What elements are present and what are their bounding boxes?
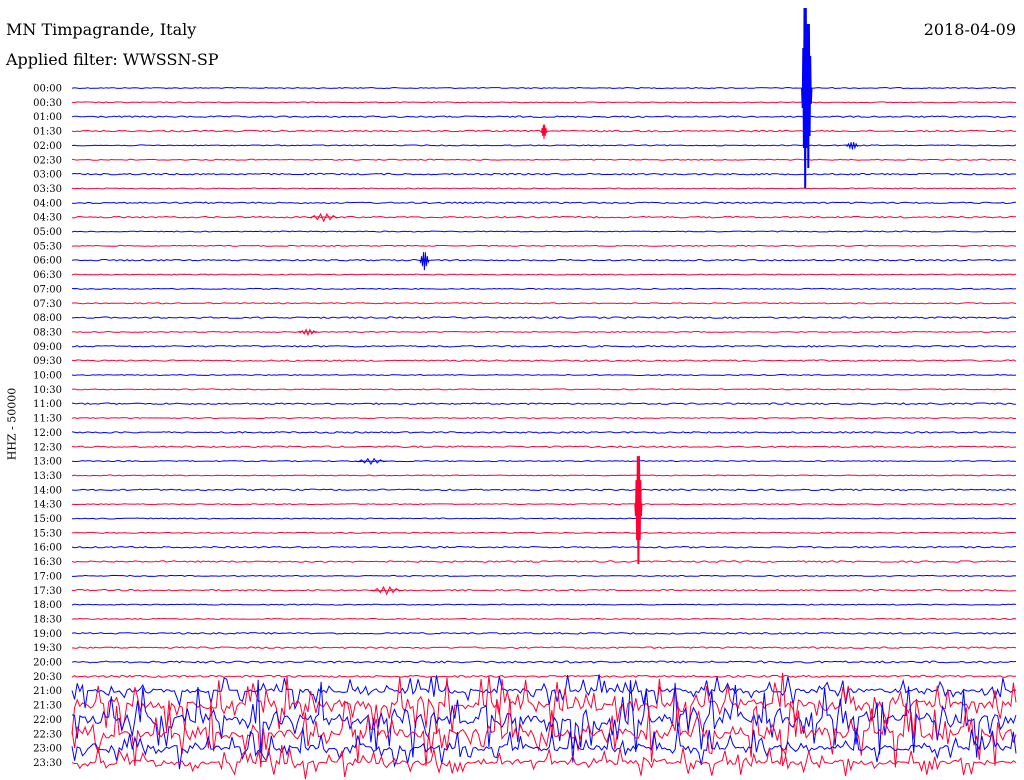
time-label: 06:00	[33, 256, 62, 267]
trace-line	[71, 488, 1017, 492]
trace-line	[71, 330, 1017, 333]
trace-line	[71, 445, 1017, 449]
time-label: 22:00	[33, 715, 62, 726]
trace-line	[71, 115, 1017, 118]
time-label: 04:00	[33, 198, 62, 209]
trace-line	[71, 172, 1017, 176]
trace-line	[71, 617, 1017, 620]
time-label: 00:30	[33, 98, 62, 109]
time-label: 01:00	[33, 112, 62, 123]
event-spike	[298, 328, 318, 337]
time-label: 13:30	[33, 471, 62, 482]
trace-line	[71, 503, 1017, 506]
time-label: 05:30	[33, 241, 62, 252]
trace-line	[71, 373, 1017, 377]
time-label: 02:00	[33, 141, 62, 152]
time-label: 23:00	[33, 744, 62, 755]
time-label: 11:00	[33, 399, 62, 410]
time-label: 22:30	[33, 729, 62, 740]
trace-line	[71, 660, 1017, 664]
time-label: 14:30	[33, 500, 62, 511]
time-label: 19:00	[33, 629, 62, 640]
event-spike	[634, 456, 643, 565]
time-label: 13:00	[33, 457, 62, 468]
time-label: 17:00	[33, 571, 62, 582]
time-label: 21:30	[33, 701, 62, 712]
trace-line	[71, 603, 1017, 606]
trace-line	[71, 674, 1017, 711]
time-labels: 00:00 00:30 01:00 01:30 02:00 02:30 03:00 03:30…	[33, 84, 62, 769]
time-label: 08:30	[33, 327, 62, 338]
time-label: 19:30	[33, 643, 62, 654]
time-label: 16:30	[33, 557, 62, 568]
trace-line	[71, 460, 1017, 463]
time-label: 09:30	[33, 356, 62, 367]
time-label: 14:00	[33, 485, 62, 496]
trace-line	[71, 158, 1017, 161]
trace-line	[71, 258, 1017, 262]
event-spike	[419, 252, 430, 271]
time-label: 09:00	[33, 342, 62, 353]
time-label: 23:30	[33, 758, 62, 769]
trace-line	[71, 388, 1017, 391]
trace-line	[71, 244, 1017, 247]
trace-line	[71, 674, 1017, 678]
seismogram-plot: 00:00 00:30 01:00 01:30 02:00 02:30 03:00 03:30…	[33, 7, 1017, 780]
time-label: 15:00	[33, 514, 62, 525]
time-label: 18:00	[33, 600, 62, 611]
time-label: 04:30	[33, 213, 62, 224]
time-label: 16:00	[33, 543, 62, 554]
trace-line	[71, 474, 1017, 477]
time-label: 10:30	[33, 385, 62, 396]
trace-line	[71, 187, 1017, 190]
time-label: 12:00	[33, 428, 62, 439]
trace-line	[71, 517, 1017, 520]
time-label: 01:30	[33, 127, 62, 138]
trace-line	[71, 402, 1017, 405]
time-label: 00:00	[33, 84, 62, 95]
trace-line	[71, 86, 1017, 90]
trace-line	[71, 273, 1017, 276]
trace-line	[71, 588, 1017, 592]
time-label: 20:00	[33, 658, 62, 669]
trace-line	[71, 359, 1017, 362]
time-label: 02:30	[33, 155, 62, 166]
trace-line	[71, 316, 1017, 319]
time-label: 07:30	[33, 299, 62, 310]
trace-line	[71, 287, 1017, 290]
time-label: 05:00	[33, 227, 62, 238]
trace-line	[71, 632, 1016, 635]
event-spike	[540, 124, 548, 140]
time-label: 21:00	[33, 686, 62, 697]
trace-line	[71, 345, 1017, 348]
time-label: 06:30	[33, 270, 62, 281]
trace-line	[71, 302, 1017, 305]
trace-line	[71, 646, 1017, 649]
time-label: 11:30	[33, 414, 62, 425]
seismogram-traces	[71, 7, 1017, 780]
trace-line	[71, 417, 1016, 420]
trace-line	[71, 201, 1017, 205]
trace-line	[71, 560, 1017, 563]
time-label: 08:00	[33, 313, 62, 324]
trace-line	[71, 431, 1017, 434]
time-label: 20:30	[33, 672, 62, 683]
trace-line	[71, 230, 1017, 233]
trace-line	[71, 101, 1017, 104]
event-spike	[307, 212, 340, 223]
time-label: 12:30	[33, 442, 62, 453]
time-label: 15:30	[33, 528, 62, 539]
time-label: 07:00	[33, 284, 62, 295]
time-label: 03:30	[33, 184, 62, 195]
trace-line	[71, 144, 1017, 147]
trace-line	[71, 531, 1017, 534]
trace-line	[71, 215, 1016, 219]
time-label: 10:00	[33, 371, 62, 382]
trace-line	[71, 698, 1017, 768]
time-label: 03:00	[33, 170, 62, 181]
trace-line	[71, 545, 1017, 549]
time-label: 17:30	[33, 586, 62, 597]
trace-line	[72, 574, 1017, 577]
time-label: 18:30	[33, 614, 62, 625]
